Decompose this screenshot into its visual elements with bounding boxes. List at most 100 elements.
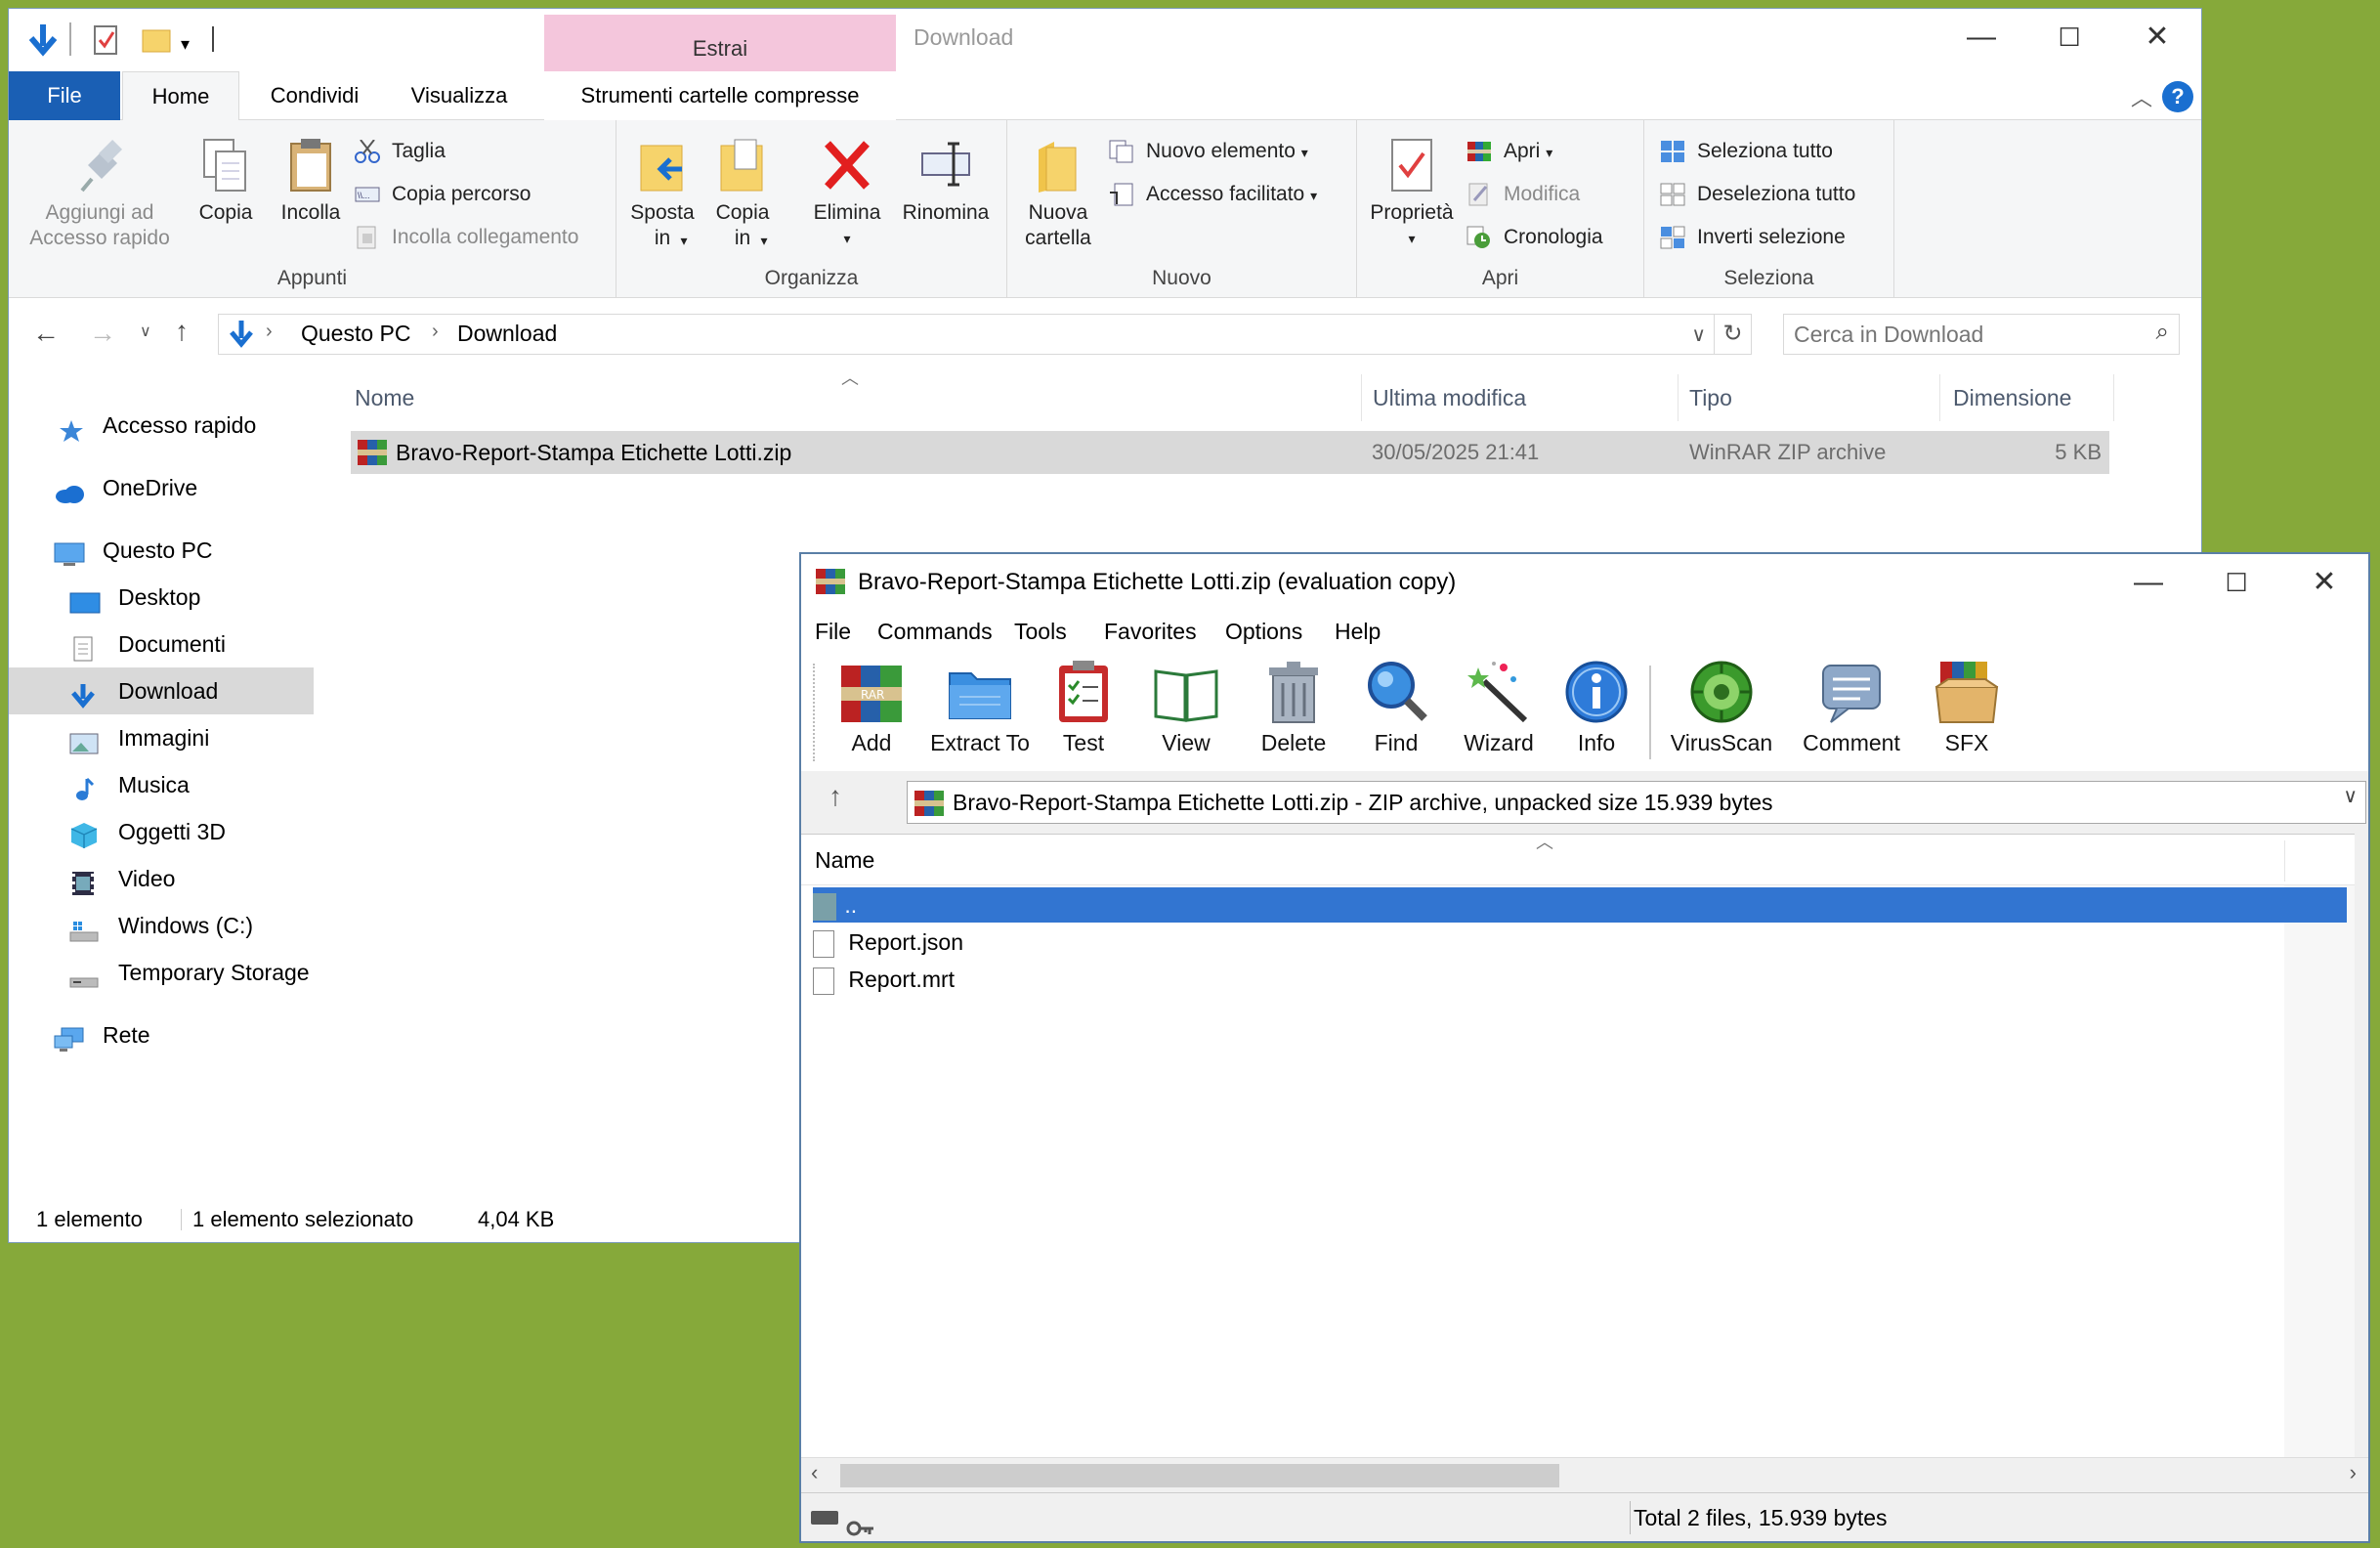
music-icon (69, 773, 97, 800)
menu-favorites[interactable]: Favorites (1104, 611, 1197, 652)
menu-tools[interactable]: Tools (1014, 611, 1067, 652)
refresh-icon[interactable]: ↻ (1714, 315, 1751, 354)
help-icon[interactable]: ? (2162, 81, 2193, 112)
desktop-icon (69, 585, 101, 614)
scroll-right-icon[interactable]: › (2350, 1460, 2357, 1485)
close-button[interactable]: ✕ (2280, 554, 2368, 611)
copy-path-button[interactable]: \\... Copia percorso (355, 177, 531, 212)
nav-item-video[interactable]: Video (69, 857, 175, 900)
copy-to-button[interactable]: Copia in ▾ (706, 136, 779, 253)
column-header-nome[interactable]: Nome (355, 378, 414, 417)
maximize-button[interactable]: ☐ (2192, 554, 2280, 611)
menu-help[interactable]: Help (1335, 611, 1381, 652)
easy-access-button[interactable]: Accesso facilitato ▾ (1109, 177, 1317, 212)
nav-item-accesso-rapido[interactable]: Accesso rapido (58, 404, 256, 447)
comment-button[interactable]: Comment (1788, 658, 1915, 756)
scroll-left-icon[interactable]: ‹ (811, 1460, 818, 1485)
up-one-level-icon[interactable]: ↑ (829, 781, 842, 812)
view-button[interactable]: View (1137, 658, 1235, 756)
properties-icon[interactable] (93, 24, 120, 56)
history-button[interactable]: Cronologia (1466, 220, 1603, 255)
delete-button[interactable]: Delete (1245, 658, 1342, 756)
tab-home[interactable]: Home (122, 71, 239, 121)
minimize-button[interactable]: — (2104, 554, 2192, 611)
nav-item-rete[interactable]: Rete (54, 1013, 150, 1056)
sfx-button[interactable]: SFX (1923, 658, 2011, 756)
test-label: Test (1062, 730, 1105, 755)
chevron-down-icon[interactable]: ∨ (2343, 784, 2358, 808)
list-item-report-mrt[interactable]: Report.mrt (813, 962, 955, 997)
customize-qat-icon[interactable]: ▾ (181, 34, 190, 55)
nav-item-onedrive[interactable]: OneDrive (54, 466, 197, 509)
wizard-button[interactable]: Wizard (1450, 658, 1548, 756)
select-all-button[interactable]: Seleziona tutto (1660, 134, 1833, 169)
invert-selection-button[interactable]: Inverti selezione (1660, 220, 1846, 255)
tab-file[interactable]: File (9, 71, 120, 120)
breadcrumb-download[interactable]: Download (457, 321, 557, 347)
column-header-tipo[interactable]: Tipo (1689, 378, 1732, 417)
cut-button[interactable]: Taglia (355, 134, 446, 169)
list-item-report-json[interactable]: Report.json (813, 924, 963, 960)
back-arrow-icon[interactable]: ← (32, 318, 60, 349)
close-button[interactable]: ✕ (2113, 9, 2201, 65)
collapse-ribbon-icon[interactable]: ︿ (2131, 81, 2152, 112)
minimize-button[interactable]: — (1937, 9, 2025, 65)
nav-item-questo-pc[interactable]: Questo PC (54, 529, 213, 572)
new-item-button[interactable]: Nuovo elemento ▾ (1109, 134, 1308, 169)
maximize-button[interactable]: ☐ (2025, 9, 2113, 65)
nav-item-windows-c[interactable]: Windows (C:) (69, 904, 253, 947)
winrar-icon (1466, 140, 1492, 163)
archive-path-dropdown[interactable]: Bravo-Report-Stampa Etichette Lotti.zip … (907, 781, 2366, 824)
address-bar[interactable]: › Questo PC › Download ∨ ↻ (218, 314, 1752, 355)
properties-button[interactable]: Proprietà ▾ (1361, 136, 1463, 251)
up-arrow-icon[interactable]: ↑ (175, 316, 189, 347)
menu-commands[interactable]: Commands (877, 611, 993, 652)
virusscan-button[interactable]: VirusScan (1663, 658, 1780, 756)
table-row[interactable]: Bravo-Report-Stampa Etichette Lotti.zip … (351, 431, 2109, 474)
address-dropdown-icon[interactable]: ∨ (1691, 322, 1706, 347)
column-header-ultima-modifica[interactable]: Ultima modifica (1373, 378, 1526, 417)
add-button[interactable]: RAR Add (823, 658, 920, 756)
new-folder-icon[interactable] (142, 26, 171, 54)
list-item-parent[interactable]: .. (813, 887, 2347, 923)
column-header-dimensione[interactable]: Dimensione (1953, 378, 2071, 417)
tab-visualizza[interactable]: Visualizza (390, 71, 529, 120)
info-button[interactable]: Info (1557, 658, 1636, 756)
nav-item-download[interactable]: Download (69, 669, 218, 712)
move-to-button[interactable]: Sposta in ▾ (626, 136, 699, 253)
edit-button[interactable]: Modifica (1466, 177, 1580, 212)
recent-locations-icon[interactable]: ∨ (140, 322, 151, 341)
find-button[interactable]: Find (1352, 658, 1440, 756)
test-button[interactable]: Test (1040, 658, 1127, 756)
nav-item-immagini[interactable]: Immagini (69, 716, 209, 759)
column-header-name[interactable]: Name (815, 835, 874, 885)
breadcrumb-questo-pc[interactable]: Questo PC (301, 321, 411, 347)
search-box[interactable]: ⌕ (1783, 314, 2180, 355)
delete-button[interactable]: Elimina ▾ (808, 136, 886, 251)
new-folder-button[interactable]: Nuova cartella (1013, 136, 1103, 251)
select-none-button[interactable]: Deseleziona tutto (1660, 177, 1855, 212)
nav-item-temporary-storage[interactable]: Temporary Storage (69, 951, 310, 994)
tab-strumenti-cartelle-compresse[interactable]: Strumenti cartelle compresse (544, 71, 896, 120)
info-label: Info (1577, 730, 1616, 755)
scrollbar-thumb[interactable] (840, 1464, 1559, 1487)
horizontal-scrollbar[interactable]: ‹ › (801, 1457, 2368, 1492)
menu-options[interactable]: Options (1225, 611, 1302, 652)
pin-quick-access-button[interactable]: Aggiungi ad Accesso rapido (17, 136, 183, 251)
menu-file[interactable]: File (815, 611, 851, 652)
nav-item-musica[interactable]: Musica (69, 763, 190, 806)
nav-item-documenti[interactable]: Documenti (69, 623, 226, 666)
tab-condividi[interactable]: Condividi (251, 71, 378, 120)
download-arrow-icon[interactable] (26, 22, 60, 58)
nav-item-oggetti-3d[interactable]: Oggetti 3D (69, 810, 226, 853)
search-input[interactable] (1794, 319, 2126, 350)
copy-button[interactable]: Copia (187, 136, 265, 226)
forward-arrow-icon[interactable]: → (89, 318, 116, 349)
paste-link-button[interactable]: Incolla collegamento (355, 220, 578, 255)
paste-button[interactable]: Incolla (267, 136, 355, 226)
open-button[interactable]: Apri ▾ (1466, 134, 1552, 169)
copy-label: Copia (198, 201, 253, 224)
extract-to-button[interactable]: Extract To (926, 658, 1034, 756)
rename-button[interactable]: Rinomina (892, 136, 999, 226)
nav-item-desktop[interactable]: Desktop (69, 576, 200, 619)
